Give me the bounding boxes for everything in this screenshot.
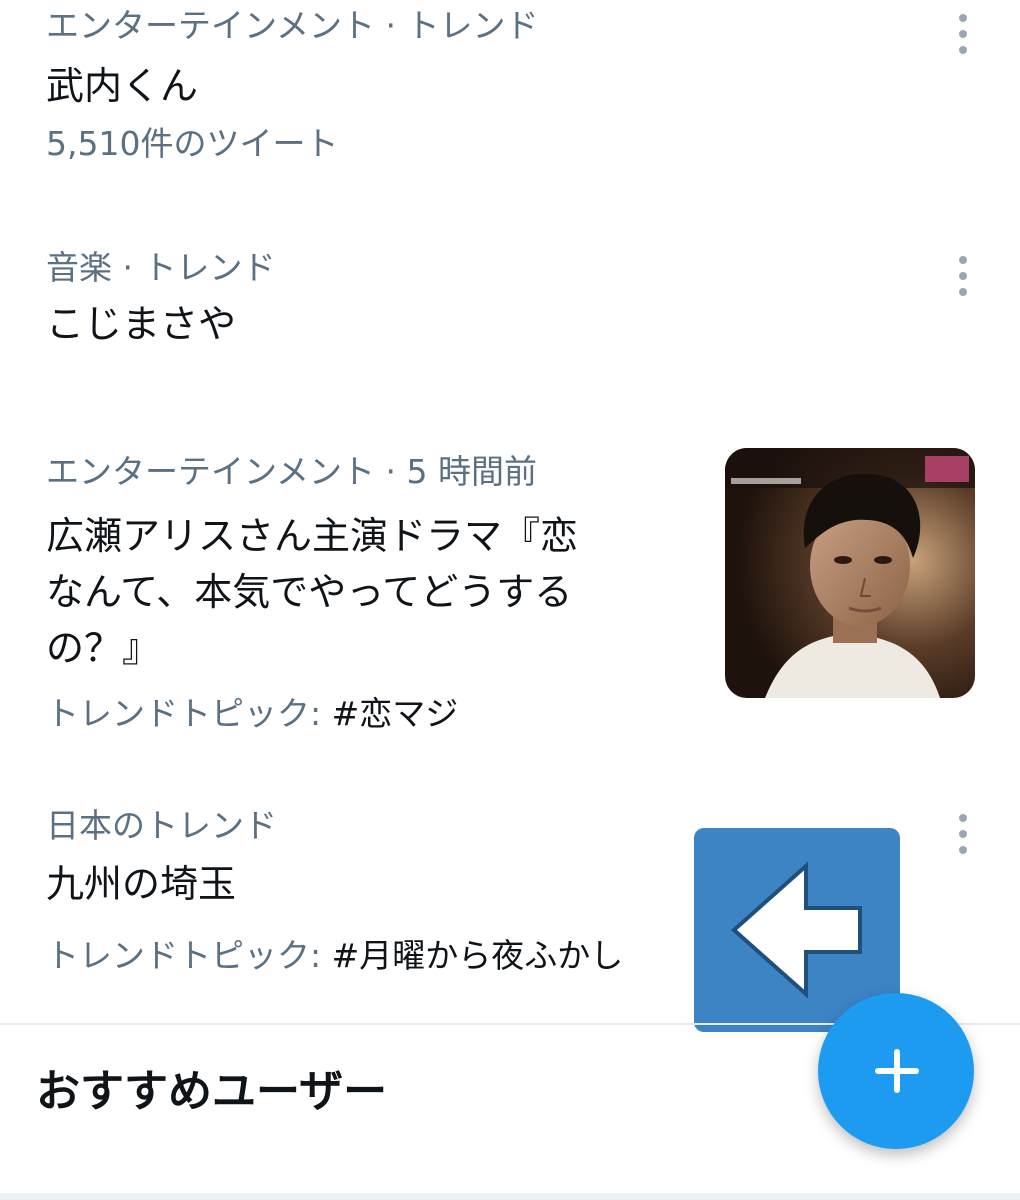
more-vertical-icon[interactable] xyxy=(950,812,976,856)
bottom-edge xyxy=(0,1193,1020,1200)
trend-title-line-2: なんて、本気でやってどうする xyxy=(46,570,573,614)
trend-topic: トレンドトピック: #月曜から夜ふかし xyxy=(46,936,623,976)
trend-meta: エンターテインメント · 5 時間前 xyxy=(46,452,537,491)
news-thumbnail-image[interactable] xyxy=(725,448,975,698)
trend-meta: 日本のトレンド xyxy=(46,806,277,845)
trend-topic-label: トレンドトピック: xyxy=(46,936,332,975)
trend-topic-hashtag[interactable]: #恋マジ xyxy=(332,694,459,733)
trend-meta: 音楽 · トレンド xyxy=(46,248,276,287)
explore-trends-screen: エンターテインメント · トレンド 武内くん 5,510件のツイート 音楽 · … xyxy=(0,0,1020,1200)
trend-item[interactable]: 音楽 · トレンド こじまさや xyxy=(0,210,1020,440)
recommended-users-heading: おすすめユーザー xyxy=(36,1066,388,1117)
trend-topic-label: トレンドトピック: xyxy=(46,694,332,733)
more-vertical-icon[interactable] xyxy=(950,254,976,298)
trend-title-line-1: 広瀬アリスさん主演ドラマ『恋 xyxy=(46,514,579,558)
trend-tweet-count: 5,510件のツイート xyxy=(46,124,339,163)
trend-topic: トレンドトピック: #恋マジ xyxy=(46,694,458,734)
trend-title: 九州の埼玉 xyxy=(46,862,237,906)
trend-title-line-3: の？』 xyxy=(46,626,161,670)
compose-button[interactable] xyxy=(818,993,974,1149)
trend-item[interactable]: エンターテインメント · トレンド 武内くん 5,510件のツイート xyxy=(0,0,1020,210)
more-vertical-icon[interactable] xyxy=(950,12,976,56)
trend-title: こじまさや xyxy=(46,302,237,346)
trend-topic-hashtag[interactable]: #月曜から夜ふかし xyxy=(332,936,624,975)
trend-meta: エンターテインメント · トレンド xyxy=(46,6,539,45)
trend-title: 武内くん xyxy=(46,64,199,108)
